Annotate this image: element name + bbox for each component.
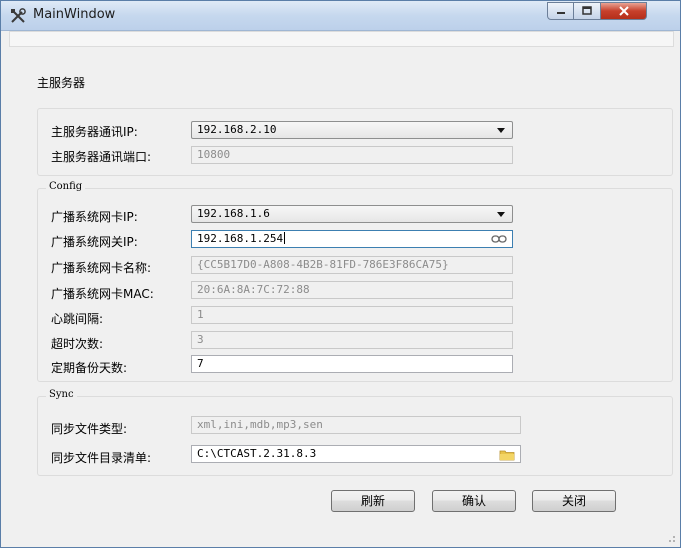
text-caret <box>284 232 286 244</box>
nic-name-label: 广播系统网卡名称: <box>51 261 152 275</box>
backup-days-input[interactable]: 7 <box>191 355 513 373</box>
main-server-port-label: 主服务器通讯端口: <box>51 150 152 164</box>
gateway-ip-label: 广播系统网关IP: <box>51 235 138 249</box>
link-icon <box>491 235 507 243</box>
sync-filetype-field[interactable]: xml,ini,mdb,mp3,sen <box>191 416 521 434</box>
chevron-down-icon <box>497 128 505 133</box>
nic-ip-value: 192.168.1.6 <box>197 207 270 220</box>
timeout-label: 超时次数: <box>51 337 104 351</box>
main-window: MainWindow 主服务器 主服务器通讯IP: 192.168.2.10 主… <box>0 0 681 548</box>
nic-mac-field[interactable]: 20:6A:8A:7C:72:88 <box>191 281 513 299</box>
title-bar[interactable]: MainWindow <box>1 1 680 31</box>
main-server-port-field[interactable]: 10800 <box>191 146 513 164</box>
nic-name-field[interactable]: {CC5B17D0-A808-4B2B-81FD-786E3F86CA75} <box>191 256 513 274</box>
confirm-button[interactable]: 确认 <box>432 490 516 512</box>
nic-mac-label: 广播系统网卡MAC: <box>51 287 154 301</box>
tools-icon <box>11 8 26 23</box>
main-server-title: 主服务器 <box>37 76 86 90</box>
gateway-ip-input[interactable]: 192.168.1.254 <box>191 230 513 248</box>
window-title: MainWindow <box>33 7 116 22</box>
menu-bar <box>9 31 674 47</box>
main-server-ip-label: 主服务器通讯IP: <box>51 125 138 139</box>
backup-days-label: 定期备份天数: <box>51 361 128 375</box>
timeout-field[interactable]: 3 <box>191 331 513 349</box>
nic-ip-combo[interactable]: 192.168.1.6 <box>191 205 513 223</box>
gateway-ip-value: 192.168.1.254 <box>197 232 284 245</box>
sync-dir-input[interactable]: C:\CTCAST.2.31.8.3 <box>191 445 521 463</box>
resize-grip-icon[interactable] <box>666 533 676 543</box>
minimize-icon <box>556 12 565 14</box>
sync-dir-label: 同步文件目录清单: <box>51 451 152 465</box>
chevron-down-icon <box>497 212 505 217</box>
heartbeat-label: 心跳间隔: <box>51 312 104 326</box>
close-icon <box>618 6 629 16</box>
maximize-button[interactable] <box>574 2 601 20</box>
sync-legend: Sync <box>46 389 77 400</box>
maximize-icon <box>582 6 592 15</box>
close-window-button[interactable] <box>601 2 647 20</box>
heartbeat-field[interactable]: 1 <box>191 306 513 324</box>
config-legend: Config <box>46 181 86 192</box>
folder-icon[interactable] <box>499 449 515 461</box>
main-server-ip-value: 192.168.2.10 <box>197 123 277 136</box>
nic-ip-label: 广播系统网卡IP: <box>51 210 138 224</box>
close-button[interactable]: 关闭 <box>532 490 616 512</box>
main-server-group <box>37 108 673 176</box>
sync-filetype-label: 同步文件类型: <box>51 422 128 436</box>
sync-dir-value: C:\CTCAST.2.31.8.3 <box>197 447 317 460</box>
main-server-ip-combo[interactable]: 192.168.2.10 <box>191 121 513 139</box>
refresh-button[interactable]: 刷新 <box>331 490 415 512</box>
minimize-button[interactable] <box>547 2 574 20</box>
